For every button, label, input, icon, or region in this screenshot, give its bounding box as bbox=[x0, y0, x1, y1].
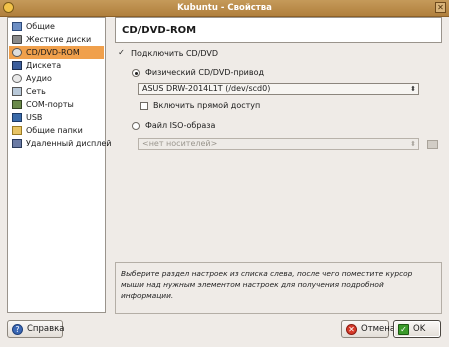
page-title: CD/DVD-ROM bbox=[122, 25, 197, 36]
cd-icon bbox=[12, 48, 22, 57]
sidebar-item-label: COM-порты bbox=[26, 100, 74, 109]
sidebar-item-usb[interactable]: USB bbox=[9, 111, 104, 124]
cancel-icon: ✕ bbox=[346, 323, 357, 335]
sidebar-item-label: Дискета bbox=[26, 61, 62, 70]
dropdown-arrow-icon: ⬍ bbox=[410, 85, 416, 93]
ok-icon: ✓ bbox=[398, 323, 409, 335]
iso-file-select[interactable]: <нет носителей> ⬍ bbox=[138, 138, 419, 150]
mount-cd-row[interactable]: ✓ Подключить CD/DVD bbox=[117, 48, 219, 58]
host-drive-row[interactable]: Физический CD/DVD-привод bbox=[132, 68, 264, 77]
iso-file-radio[interactable] bbox=[132, 121, 140, 130]
page-header: CD/DVD-ROM bbox=[115, 17, 442, 43]
host-drive-select[interactable]: ASUS DRW-2014L1T (/dev/scd0) ⬍ bbox=[138, 83, 419, 95]
host-drive-radio[interactable] bbox=[132, 68, 140, 77]
usb-icon bbox=[12, 113, 22, 122]
info-text: Выберите раздел настроек из списка слева… bbox=[121, 269, 413, 300]
shared-folder-icon bbox=[12, 126, 22, 135]
title-bar: Kubuntu - Свойства ✕ bbox=[0, 0, 449, 17]
sidebar-item-general[interactable]: Общие bbox=[9, 20, 104, 33]
general-icon bbox=[12, 22, 22, 31]
host-drive-value: ASUS DRW-2014L1T (/dev/scd0) bbox=[142, 84, 271, 93]
iso-file-label: Файл ISO-образа bbox=[145, 121, 216, 130]
close-button[interactable]: ✕ bbox=[435, 2, 446, 13]
ok-button[interactable]: ✓ OK bbox=[393, 320, 441, 338]
audio-icon bbox=[12, 74, 22, 83]
window-title: Kubuntu - Свойства bbox=[177, 3, 272, 13]
ok-label: OK bbox=[413, 324, 426, 334]
cd-dvd-settings-panel: ✓ Подключить CD/DVD Физический CD/DVD-пр… bbox=[115, 43, 442, 255]
sidebar-item-label: Общие папки bbox=[26, 126, 83, 135]
help-button[interactable]: ? Справка bbox=[7, 320, 65, 338]
sidebar-item-label: CD/DVD-ROM bbox=[26, 48, 80, 57]
sidebar-item-shared-folders[interactable]: Общие папки bbox=[9, 124, 104, 137]
cancel-label: Отмена bbox=[361, 324, 396, 334]
mount-cd-label: Подключить CD/DVD bbox=[131, 49, 219, 58]
dropdown-arrow-icon: ⬍ bbox=[410, 140, 416, 148]
sidebar-item-remote-display[interactable]: Удаленный дисплей bbox=[9, 137, 111, 150]
iso-file-value: <нет носителей> bbox=[142, 139, 218, 148]
sidebar-item-audio[interactable]: Аудио bbox=[9, 72, 104, 85]
settings-sidebar: Общие Жесткие диски CD/DVD-ROM Дискета А… bbox=[7, 17, 111, 313]
help-icon: ? bbox=[12, 323, 23, 335]
info-box: Выберите раздел настроек из списка слева… bbox=[115, 262, 442, 314]
iso-file-row[interactable]: Файл ISO-образа bbox=[132, 121, 215, 130]
sidebar-item-label: Удаленный дисплей bbox=[26, 139, 112, 148]
sidebar-item-serial-ports[interactable]: COM-порты bbox=[9, 98, 104, 111]
sidebar-item-label: Общие bbox=[26, 22, 55, 31]
network-icon bbox=[12, 87, 22, 96]
sidebar-item-floppy[interactable]: Дискета bbox=[9, 59, 104, 72]
cancel-button[interactable]: ✕ Отмена bbox=[341, 320, 395, 338]
sidebar-item-cd-dvd[interactable]: CD/DVD-ROM bbox=[9, 46, 104, 59]
remote-display-icon bbox=[12, 139, 22, 148]
mount-cd-checkbox[interactable]: ✓ bbox=[117, 48, 126, 58]
passthrough-checkbox[interactable] bbox=[140, 101, 148, 110]
hard-disk-icon bbox=[12, 35, 22, 44]
sidebar-item-label: Сеть bbox=[26, 87, 46, 96]
sidebar-item-label: Аудио bbox=[26, 74, 52, 83]
passthrough-row[interactable]: Включить прямой доступ bbox=[140, 101, 260, 110]
sidebar-item-hard-disks[interactable]: Жесткие диски bbox=[9, 33, 104, 46]
sidebar-item-network[interactable]: Сеть bbox=[9, 85, 104, 98]
passthrough-label: Включить прямой доступ bbox=[153, 101, 261, 110]
folder-browse-icon[interactable] bbox=[427, 140, 438, 149]
sidebar-item-label: Жесткие диски bbox=[26, 35, 92, 44]
host-drive-label: Физический CD/DVD-привод bbox=[145, 68, 264, 77]
serial-port-icon bbox=[12, 100, 22, 109]
help-label: Справка bbox=[27, 324, 65, 334]
sidebar-item-label: USB bbox=[26, 113, 43, 122]
floppy-icon bbox=[12, 61, 22, 70]
